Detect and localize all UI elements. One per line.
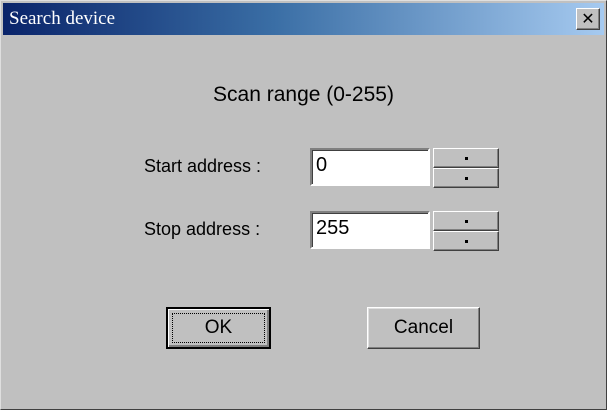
start-address-input[interactable]: 0 bbox=[310, 148, 430, 186]
ok-button[interactable]: OK bbox=[166, 307, 271, 349]
stop-address-up-button[interactable] bbox=[433, 211, 499, 231]
dialog-body: Scan range (0-255) Start address : 0 Sto… bbox=[3, 37, 604, 407]
scan-range-heading: Scan range (0-255) bbox=[213, 83, 394, 106]
start-address-spinner bbox=[433, 148, 499, 188]
focus-rectangle bbox=[172, 313, 265, 343]
stop-address-spinner bbox=[433, 211, 499, 251]
up-arrow-icon bbox=[464, 219, 468, 223]
up-arrow-icon bbox=[464, 156, 468, 160]
cancel-button-label: Cancel bbox=[393, 317, 454, 338]
title-bar[interactable]: Search device ✕ bbox=[3, 3, 604, 35]
start-address-label: Start address : bbox=[144, 156, 262, 176]
start-address-down-button[interactable] bbox=[433, 168, 499, 188]
down-arrow-icon bbox=[464, 239, 468, 243]
search-device-dialog: Search device ✕ Scan range (0-255) Start… bbox=[0, 0, 607, 410]
start-address-up-button[interactable] bbox=[433, 148, 499, 168]
window-title: Search device bbox=[9, 8, 116, 29]
stop-address-down-button[interactable] bbox=[433, 231, 499, 251]
stop-address-label: Stop address : bbox=[144, 219, 261, 239]
close-icon: ✕ bbox=[581, 9, 595, 28]
down-arrow-icon bbox=[464, 176, 468, 180]
stop-address-input[interactable]: 255 bbox=[310, 211, 430, 249]
cancel-button[interactable]: Cancel bbox=[367, 307, 480, 349]
close-button[interactable]: ✕ bbox=[576, 8, 600, 30]
